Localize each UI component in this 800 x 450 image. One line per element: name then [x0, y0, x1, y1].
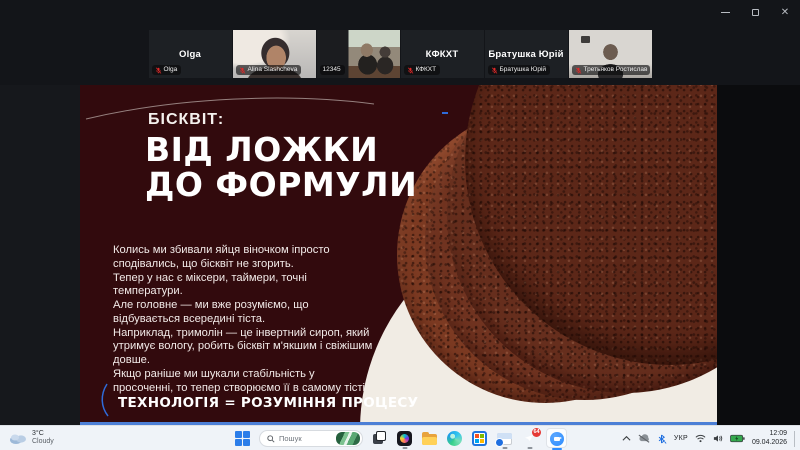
presentation-slide: БІСКВІТ: ВІД ЛОЖКИ ДО ФОРМУЛИ Колись ми … [80, 85, 717, 425]
participant-label: Alina Slashcheva [236, 65, 302, 75]
search-box[interactable]: Пошук [259, 430, 363, 447]
window-controls: ✕ [718, 4, 792, 20]
slide-paragraph: Тепер у нас є міксери, таймери, точні те… [113, 272, 375, 300]
muted-mic-icon [239, 67, 246, 74]
participant-label: Olga [152, 65, 182, 75]
participant-label-text: 12345 [323, 66, 341, 74]
close-button[interactable]: ✕ [778, 6, 792, 18]
participant-tile-bratushka[interactable]: Братушка Юрій Братушка Юрій [485, 30, 568, 78]
file-explorer-icon [422, 433, 437, 445]
slide-eyebrow: БІСКВІТ: [148, 111, 224, 129]
participant-label-text: Третьяков Ростислав [584, 66, 648, 74]
windows-taskbar: 3°C Cloudy Пошук [0, 425, 800, 450]
participant-label-text: КФКХТ [416, 66, 437, 74]
slide-footer-statement: ТЕХНОЛОГІЯ = РОЗУМІННЯ ПРОЦЕСУ [118, 395, 418, 411]
slide-body: Колись ми збивали яйця віночком іпросто … [113, 244, 375, 395]
clock[interactable]: 12:09 09.04.2026 [752, 430, 787, 447]
share-left-gutter [0, 85, 80, 425]
zoom-app-icon [550, 432, 564, 446]
zoom-meeting-window: ✕ Olga Olga Alina Slashcheva 12345 КФКХТ [0, 0, 800, 450]
muted-mic-icon [407, 67, 414, 74]
minimize-button[interactable] [718, 6, 732, 18]
decorative-blue-stroke [98, 383, 112, 417]
search-icon [267, 435, 275, 443]
system-tray: УКР 12:09 09.04.2026 [622, 426, 797, 450]
cloud-icon [8, 431, 28, 445]
taskbar-app-zoom-active[interactable] [546, 427, 567, 450]
decorative-blue-dash [442, 112, 448, 114]
slide-paragraph: Наприклад, тримолін — це інвертний сироп… [113, 327, 375, 368]
edge-browser-icon [447, 431, 462, 446]
weather-description: Cloudy [32, 438, 54, 446]
start-button[interactable] [234, 427, 251, 450]
microsoft-store-icon [472, 431, 487, 446]
participant-tile-12345-active-speaker[interactable]: 12345 [317, 30, 400, 78]
weather-widget[interactable]: 3°C Cloudy [8, 428, 54, 448]
participant-label: 12345 [320, 65, 345, 75]
restore-button[interactable] [748, 6, 762, 18]
notification-badge: 64 [532, 428, 541, 437]
windows-logo-icon [235, 431, 250, 446]
running-indicator [502, 447, 507, 449]
task-view-button[interactable] [371, 427, 388, 450]
search-placeholder: Пошук [279, 434, 332, 443]
bluetooth-icon[interactable] [657, 434, 667, 444]
slide-title: ВІД ЛОЖКИ ДО ФОРМУЛИ [145, 132, 417, 203]
participant-label: Братушка Юрій [488, 65, 551, 75]
screen-share-area: БІСКВІТ: ВІД ЛОЖКИ ДО ФОРМУЛИ Колись ми … [0, 85, 800, 425]
running-indicator [527, 447, 532, 449]
taskbar-app-microsoft-store[interactable] [471, 427, 488, 450]
participant-label: Третьяков Ростислав [572, 65, 650, 75]
slide-title-line1: ВІД ЛОЖКИ [145, 132, 417, 167]
taskbar-app-file-explorer[interactable] [421, 427, 438, 450]
participant-tile-kfkht[interactable]: КФКХТ КФКХТ [401, 30, 484, 78]
participant-label: КФКХТ [404, 65, 441, 75]
taskbar-app-outlook[interactable] [496, 427, 513, 450]
slide-paragraph: Але головне — ми вже розуміємо, що відбу… [113, 299, 375, 327]
running-indicator [402, 447, 407, 449]
slide-paragraph: Колись ми збивали яйця віночком іпросто … [113, 244, 375, 272]
search-highlight-image[interactable] [336, 432, 360, 445]
tray-date: 09.04.2026 [752, 439, 787, 448]
participant-strip: Olga Olga Alina Slashcheva 12345 КФКХТ [0, 30, 800, 78]
participant-tile-olga[interactable]: Olga Olga [149, 30, 232, 78]
tray-chevron-icon[interactable] [622, 435, 631, 442]
weather-temperature: 3°C [32, 430, 54, 438]
task-view-icon-front [376, 431, 386, 441]
show-desktop-button[interactable] [794, 431, 797, 447]
wifi-icon[interactable] [695, 434, 706, 443]
participant-label-text: Alina Slashcheva [248, 66, 298, 74]
onedrive-paused-icon[interactable] [638, 434, 650, 443]
share-right-gutter [717, 85, 800, 425]
muted-mic-icon [575, 67, 582, 74]
taskbar-center: Пошук [234, 426, 567, 450]
slide-paragraph: Якщо раніше ми шукали стабільність у про… [113, 368, 375, 396]
participant-label-text: Olga [164, 66, 178, 74]
canva-icon [397, 431, 412, 446]
participant-tile-tretyakov[interactable]: Третьяков Ростислав [569, 30, 652, 78]
volume-icon[interactable] [713, 434, 723, 443]
telegram-icon: 64 [522, 431, 537, 446]
outlook-icon [497, 433, 512, 445]
taskbar-app-canva[interactable] [396, 427, 413, 450]
muted-mic-icon [155, 67, 162, 74]
participant-label-text: Братушка Юрій [500, 66, 547, 74]
participant-tile-alina[interactable]: Alina Slashcheva [233, 30, 316, 78]
decorative-curve [84, 91, 379, 123]
battery-charging-icon[interactable] [730, 434, 745, 443]
taskbar-app-telegram[interactable]: 64 [521, 427, 538, 450]
slide-title-line2: ДО ФОРМУЛИ [145, 167, 417, 202]
muted-mic-icon [491, 67, 498, 74]
wall-picture [581, 36, 590, 43]
taskbar-app-edge[interactable] [446, 427, 463, 450]
language-indicator[interactable]: УКР [674, 435, 688, 442]
tray-time: 12:09 [752, 430, 787, 439]
